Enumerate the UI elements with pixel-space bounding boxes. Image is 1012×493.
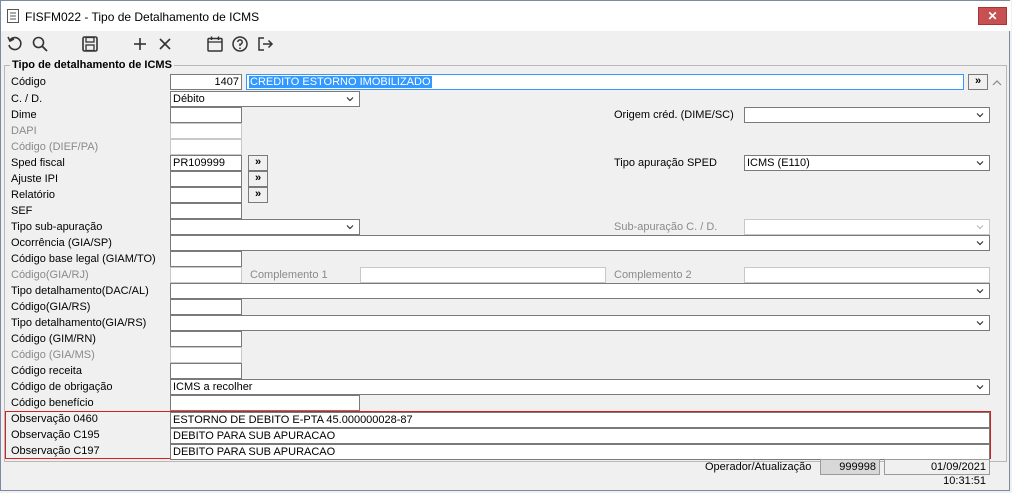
codigo-dief-label: Código (DIEF/PA) <box>11 141 99 153</box>
obsc195-label: Observação C195 <box>11 429 100 441</box>
cod-base-legal-input[interactable] <box>170 251 242 267</box>
ajuste-ipi-input[interactable] <box>170 171 242 187</box>
obsc195-input[interactable]: DEBITO PARA SUB APURACAO <box>170 428 990 444</box>
complemento1-input[interactable] <box>360 267 606 283</box>
codigo-giams-input[interactable] <box>170 347 242 363</box>
relatorio-input[interactable] <box>170 187 242 203</box>
cod-obrigacao-label: Código de obrigação <box>11 381 113 393</box>
chevron-down-icon <box>976 321 984 326</box>
sub-apuracao-cd-label: Sub-apuração C. / D. <box>614 221 718 233</box>
search-icon[interactable] <box>31 35 51 55</box>
chevron-down-icon <box>976 385 984 390</box>
codigo-giams-label: Código (GIA/MS) <box>11 349 95 361</box>
cod-beneficio-label: Código benefício <box>11 397 94 409</box>
obsc197-label: Observação C197 <box>11 445 100 457</box>
origem-label: Origem créd. (DIME/SC) <box>614 109 734 121</box>
operador-value: 999998 <box>820 459 880 475</box>
descricao-input[interactable]: CREDITO ESTORNO IMOBILIZADO <box>246 74 964 90</box>
scroll-up-icon[interactable] <box>991 77 1003 89</box>
calendar-icon[interactable] <box>206 35 226 55</box>
chevron-down-icon <box>976 225 984 230</box>
obs0460-label: Observação 0460 <box>11 413 98 425</box>
codigo-giarj-label: Código(GIA/RJ) <box>11 269 89 281</box>
codigo-giarj-input[interactable] <box>170 267 242 283</box>
relatorio-label: Relatório <box>11 189 56 201</box>
sef-label: SEF <box>11 205 33 217</box>
codigo-giars-label: Código(GIA/RS) <box>11 301 91 313</box>
obsc197-input[interactable]: DEBITO PARA SUB APURACAO <box>170 444 990 460</box>
dapi-label: DAPI <box>11 125 37 137</box>
add-icon[interactable] <box>131 35 151 55</box>
cod-obrigacao-select[interactable]: ICMS a recolher <box>170 379 990 395</box>
chevron-down-icon <box>346 225 354 230</box>
undo-icon[interactable] <box>6 35 26 55</box>
window-title: FISFM022 - Tipo de Detalhamento de ICMS <box>25 10 260 24</box>
cd-select[interactable]: Débito <box>170 91 360 107</box>
tipo-dac-label: Tipo detalhamento(DAC/AL) <box>11 285 149 297</box>
group-title: Tipo de detalhamento de ICMS <box>10 59 174 71</box>
descricao-text: CREDITO ESTORNO IMOBILIZADO <box>249 76 432 88</box>
chevron-down-icon <box>976 113 984 118</box>
cd-value: Débito <box>173 93 205 105</box>
complemento2-input[interactable] <box>744 267 990 283</box>
tipo-apuracao-label: Tipo apuração SPED <box>614 157 717 169</box>
ajuste-ipi-label: Ajuste IPI <box>11 173 59 185</box>
chevron-down-icon <box>976 241 984 246</box>
chevron-down-icon <box>976 161 984 166</box>
tipo-sub-select[interactable] <box>170 219 360 235</box>
save-icon[interactable] <box>81 35 101 55</box>
relatorio-lookup-button[interactable]: » <box>248 187 268 203</box>
dapi-input[interactable] <box>170 123 242 139</box>
document-icon <box>7 9 19 23</box>
data-atualizacao: 01/09/2021 10:31:51 <box>884 459 990 487</box>
cod-obrigacao-value: ICMS a recolher <box>173 381 253 393</box>
tipo-dac-select[interactable] <box>170 283 990 299</box>
codigo-receita-input[interactable] <box>170 363 242 379</box>
codigo-receita-label: Código receita <box>11 365 82 377</box>
ajuste-ipi-lookup-button[interactable]: » <box>248 171 268 187</box>
codigo-gimrn-input[interactable] <box>170 331 242 347</box>
app-window: FISFM022 - Tipo de Detalhamento de ICMS … <box>0 0 1011 491</box>
chevron-down-icon <box>976 289 984 294</box>
title-bar: FISFM022 - Tipo de Detalhamento de ICMS … <box>1 1 1011 31</box>
sped-lookup-button[interactable]: » <box>248 155 268 171</box>
tipo-giars-select[interactable] <box>170 315 990 331</box>
cod-beneficio-input[interactable] <box>170 395 360 411</box>
tipo-apuracao-select[interactable]: ICMS (E110) <box>744 155 990 171</box>
toolbar <box>1 31 1011 59</box>
operador-label: Operador/Atualização <box>705 461 812 473</box>
help-icon[interactable] <box>231 35 251 55</box>
codigo-label: Código <box>11 76 46 88</box>
delete-icon[interactable] <box>156 35 176 55</box>
tipo-giars-label: Tipo detalhamento(GIA/RS) <box>11 317 147 329</box>
codigo-dief-input[interactable] <box>170 139 242 155</box>
complemento1-label: Complemento 1 <box>250 269 328 281</box>
cod-base-legal-label: Código base legal (GIAM/TO) <box>11 253 156 265</box>
tipo-apuracao-value: ICMS (E110) <box>747 157 810 169</box>
codigo-giars-input[interactable] <box>170 299 242 315</box>
exit-icon[interactable] <box>256 35 276 55</box>
sped-label: Sped fiscal <box>11 157 65 169</box>
sped-input[interactable]: PR109999 <box>170 155 242 171</box>
chevron-down-icon <box>346 97 354 102</box>
close-button[interactable]: ✕ <box>978 7 1007 25</box>
dime-label: Dime <box>11 109 37 121</box>
dime-input[interactable] <box>170 107 242 123</box>
ocorrencia-label: Ocorrência (GIA/SP) <box>11 237 112 249</box>
codigo-input[interactable]: 1407 <box>170 74 242 90</box>
sub-apuracao-cd-select[interactable] <box>744 219 990 235</box>
cd-label: C. / D. <box>11 93 43 105</box>
origem-select[interactable] <box>744 107 990 123</box>
complemento2-label: Complemento 2 <box>614 269 692 281</box>
ocorrencia-select[interactable] <box>170 235 990 251</box>
obs0460-input[interactable]: ESTORNO DE DEBITO E-PTA 45.000000028-87 <box>170 412 990 428</box>
codigo-gimrn-label: Código (GIM/RN) <box>11 333 96 345</box>
tipo-sub-label: Tipo sub-apuração <box>11 221 103 233</box>
descricao-lookup-button[interactable]: » <box>968 74 988 90</box>
sef-input[interactable] <box>170 203 242 219</box>
